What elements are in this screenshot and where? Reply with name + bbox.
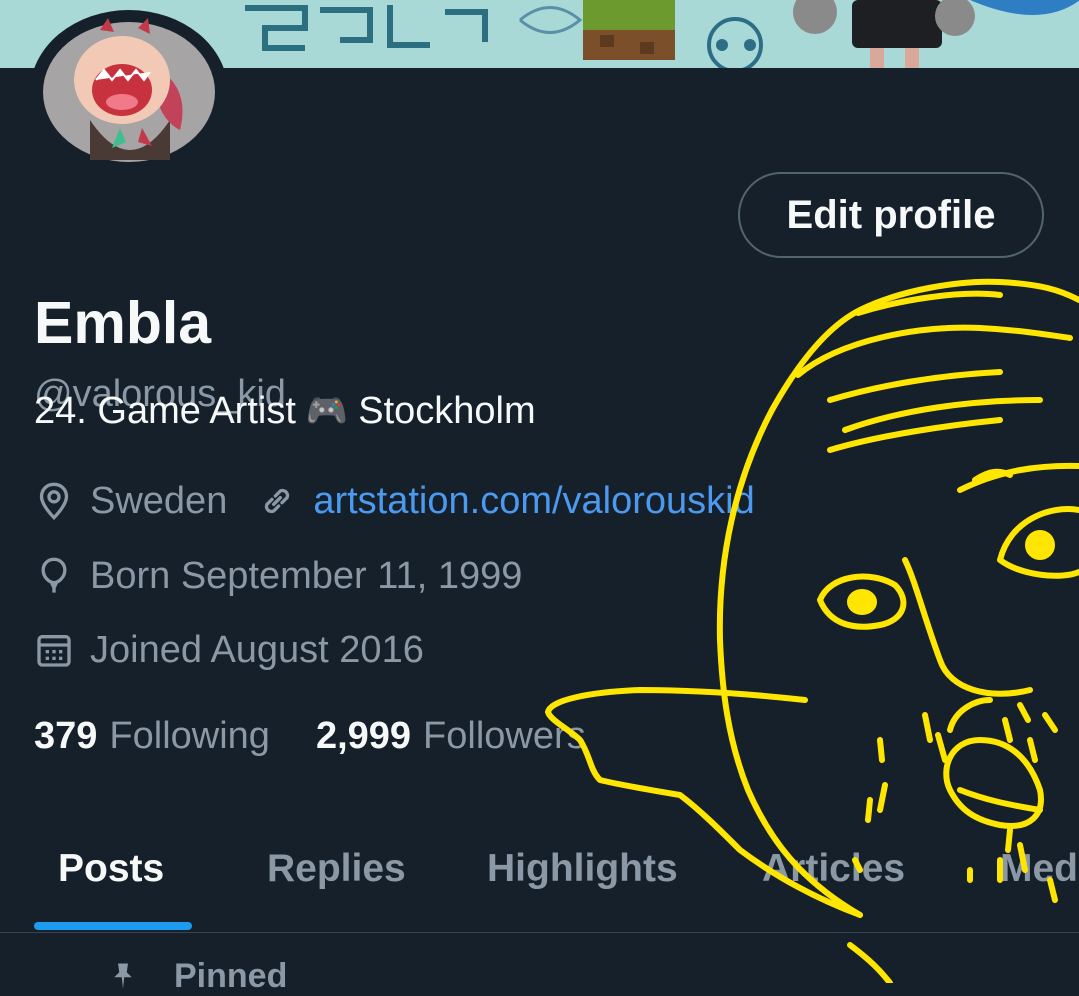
birthday-balloon-icon	[41, 557, 67, 593]
website-link[interactable]: artstation.com/valorouskid	[313, 478, 754, 524]
bio: 24. Game Artist 🎮 Stockholm	[34, 388, 536, 434]
edit-profile-button[interactable]: Edit profile	[738, 172, 1044, 258]
tab-replies[interactable]: Replies	[267, 842, 406, 896]
following-label: Following	[109, 715, 270, 757]
location-pin-icon	[39, 482, 69, 521]
pinned-label: Pinned	[174, 957, 288, 995]
tab-media[interactable]: Media	[1000, 842, 1079, 896]
bio-suffix: Stockholm	[358, 390, 536, 432]
following-count: 379	[34, 715, 98, 757]
display-name: Embla	[34, 290, 212, 356]
link-icon	[265, 488, 290, 514]
followers-stat[interactable]: 2,999 Followers	[316, 713, 586, 759]
followers-count: 2,999	[315, 715, 412, 757]
bio-prefix: 24. Game Artist	[34, 390, 296, 432]
birthday-text: Born September 11, 1999	[90, 555, 523, 597]
joined-row: Joined August 2016	[34, 627, 424, 673]
follow-stats: 379 Following 2,999 Followers	[34, 713, 586, 759]
joined-text: Joined August 2016	[90, 629, 424, 671]
tab-articles[interactable]: Articles	[762, 842, 905, 896]
pin-icon	[114, 963, 132, 989]
tab-posts[interactable]: Posts	[58, 842, 164, 896]
location-website-row: Sweden artstation.com/valorouskid	[34, 478, 755, 524]
pinned-label-row: Pinned	[108, 956, 287, 996]
birthday-row: Born September 11, 1999	[34, 553, 522, 599]
following-stat[interactable]: 379 Following	[34, 713, 270, 759]
avatar[interactable]	[30, 10, 228, 174]
active-tab-indicator	[34, 922, 192, 930]
avatar-artwork	[37, 16, 221, 168]
game-controller-icon: 🎮	[305, 391, 349, 431]
tab-highlights[interactable]: Highlights	[487, 842, 678, 896]
profile-tabs: Posts Replies Highlights Articles Media	[0, 822, 1079, 933]
location-text: Sweden	[90, 480, 228, 522]
followers-label: Followers	[423, 715, 586, 757]
calendar-icon	[37, 635, 71, 667]
